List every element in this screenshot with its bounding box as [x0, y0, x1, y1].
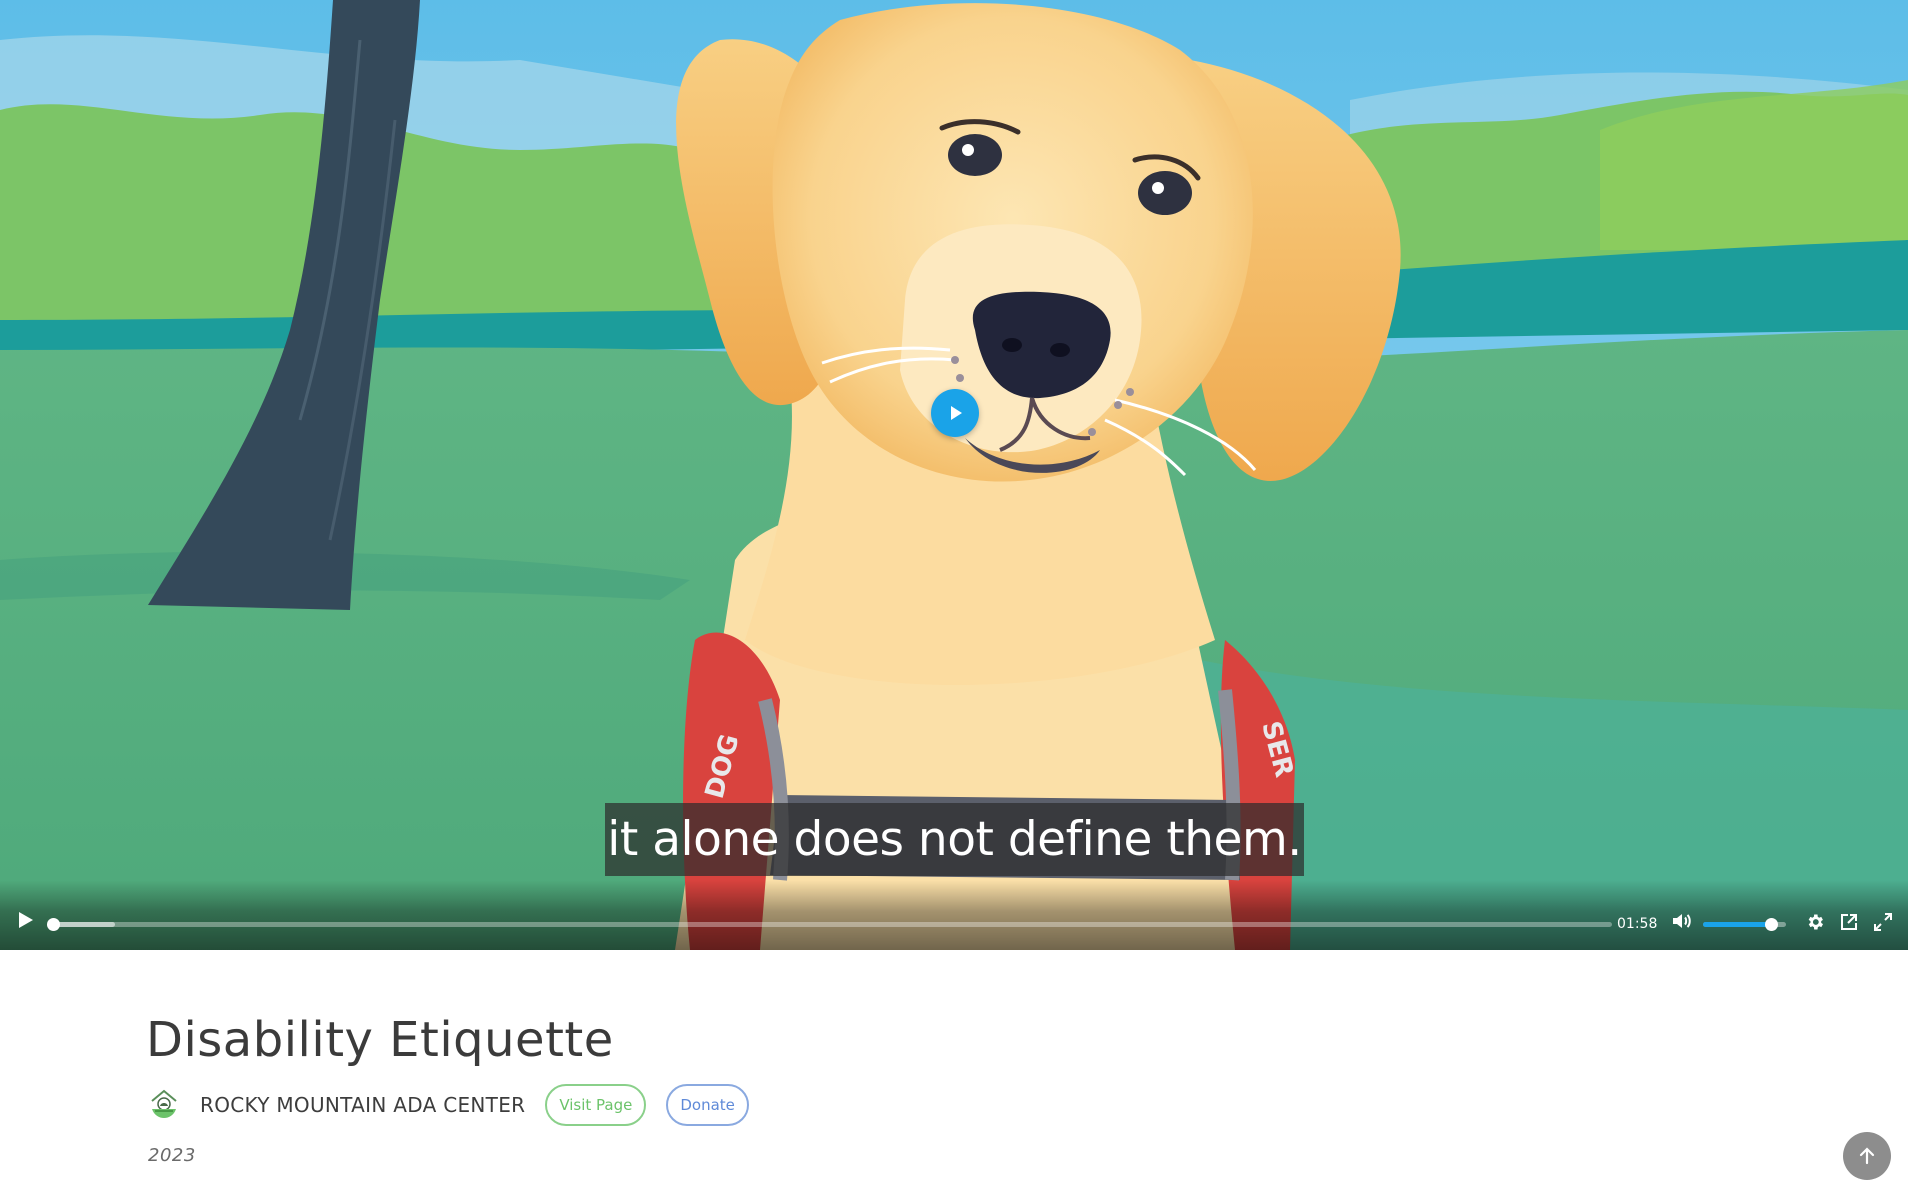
- play-icon: [951, 406, 962, 420]
- play-button[interactable]: [10, 905, 40, 935]
- video-duration: 01:58: [1617, 916, 1658, 932]
- release-year: 2023: [148, 1145, 196, 1166]
- mute-button[interactable]: [1667, 907, 1695, 935]
- play-icon: [19, 912, 33, 928]
- video-caption: it alone does not define them.: [605, 803, 1304, 876]
- settings-button[interactable]: [1802, 909, 1828, 935]
- video-player[interactable]: DOG SER it alone does not define them. 0…: [0, 0, 1908, 950]
- scroll-to-top-button[interactable]: [1843, 1132, 1891, 1180]
- volume-handle[interactable]: [1765, 918, 1779, 931]
- organization-logo[interactable]: [146, 1087, 182, 1123]
- donate-button[interactable]: Donate: [666, 1084, 749, 1126]
- gear-icon: [1808, 914, 1823, 930]
- arrow-up-icon: [1859, 1147, 1875, 1165]
- popout-button[interactable]: [1836, 909, 1862, 935]
- volume-level: [1703, 922, 1772, 927]
- progress-bar[interactable]: [47, 918, 1612, 931]
- organization-name[interactable]: ROCKY MOUNTAIN ADA CENTER: [200, 1093, 525, 1117]
- external-link-icon: [1841, 914, 1857, 930]
- progress-handle[interactable]: [47, 918, 60, 931]
- volume-icon: [1673, 914, 1691, 928]
- fullscreen-icon: [1874, 913, 1892, 931]
- organization-row: ROCKY MOUNTAIN ADA CENTER Visit Page Don…: [146, 1083, 769, 1127]
- big-play-button[interactable]: [931, 389, 979, 437]
- progress-buffered: [53, 922, 116, 927]
- video-title: Disability Etiquette: [146, 1012, 614, 1068]
- volume-slider[interactable]: [1703, 918, 1786, 931]
- fullscreen-button[interactable]: [1870, 909, 1896, 935]
- visit-page-button[interactable]: Visit Page: [545, 1084, 647, 1126]
